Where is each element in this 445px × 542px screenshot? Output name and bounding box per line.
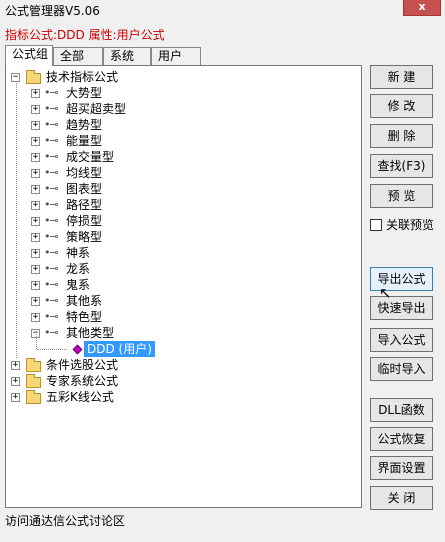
expand-icon[interactable]: + xyxy=(31,201,40,210)
formula-icon xyxy=(72,344,83,355)
tree-node-category[interactable]: 趋势型 xyxy=(66,117,102,133)
close-window-button[interactable]: x xyxy=(403,0,441,16)
tree-node-category[interactable]: 成交量型 xyxy=(66,149,114,165)
expand-icon[interactable]: + xyxy=(31,297,40,306)
tree-leaf-ddd[interactable]: DDD (用户) xyxy=(84,341,155,357)
key-icon: •⊸ xyxy=(44,134,59,147)
new-button[interactable]: 新 建 xyxy=(370,65,433,89)
tree-node-category[interactable]: 路径型 xyxy=(66,197,102,213)
tree-node-colorful-kline[interactable]: 五彩K线公式 xyxy=(46,389,114,405)
expand-icon[interactable]: + xyxy=(31,281,40,290)
expand-icon[interactable]: + xyxy=(31,89,40,98)
checkbox-box[interactable] xyxy=(370,219,382,231)
key-icon: •⊸ xyxy=(44,294,59,307)
key-icon: •⊸ xyxy=(44,230,59,243)
collapse-icon[interactable]: − xyxy=(11,73,20,82)
key-icon: •⊸ xyxy=(44,246,59,259)
tree-node-category[interactable]: 停损型 xyxy=(66,213,102,229)
delete-button[interactable]: 删 除 xyxy=(370,124,433,148)
expand-icon[interactable]: + xyxy=(31,105,40,114)
tree-node-category[interactable]: 神系 xyxy=(66,245,90,261)
expand-icon[interactable]: + xyxy=(31,153,40,162)
expand-icon[interactable]: + xyxy=(31,137,40,146)
tree-node-category[interactable]: 其他类型 xyxy=(66,325,114,341)
tree-node-category[interactable]: 大势型 xyxy=(66,85,102,101)
tree-node-stock-selection[interactable]: 条件选股公式 xyxy=(46,357,118,373)
tree-node-category[interactable]: 策略型 xyxy=(66,229,102,245)
dll-function-button[interactable]: DLL函数 xyxy=(370,398,433,422)
key-icon: •⊸ xyxy=(44,166,59,179)
expand-icon[interactable]: + xyxy=(31,233,40,242)
close-button[interactable]: 关 闭 xyxy=(370,486,433,510)
tree-node-category[interactable]: 超买超卖型 xyxy=(66,101,126,117)
key-icon: •⊸ xyxy=(44,150,59,163)
folder-icon xyxy=(26,374,41,388)
find-button[interactable]: 查找(F3) xyxy=(370,154,433,178)
tree-node-category[interactable]: 能量型 xyxy=(66,133,102,149)
expand-icon[interactable]: + xyxy=(11,377,20,386)
tree-node-category[interactable]: 鬼系 xyxy=(66,277,90,293)
key-icon: •⊸ xyxy=(44,102,59,115)
tree-node-category[interactable]: 均线型 xyxy=(66,165,102,181)
expand-icon[interactable]: + xyxy=(31,217,40,226)
expand-icon[interactable]: + xyxy=(31,313,40,322)
tab-formula-group[interactable]: 公式组 xyxy=(5,45,53,66)
preview-button[interactable]: 预 览 xyxy=(370,184,433,208)
ui-settings-button[interactable]: 界面设置 xyxy=(370,456,433,480)
title-bar: 公式管理器V5.06 x xyxy=(0,0,445,20)
linked-preview-checkbox[interactable]: 关联预览 xyxy=(370,216,434,233)
key-icon: •⊸ xyxy=(44,86,59,99)
expand-icon[interactable]: + xyxy=(11,393,20,402)
window-title: 公式管理器V5.06 xyxy=(5,4,100,18)
key-icon: •⊸ xyxy=(44,182,59,195)
expand-icon[interactable]: + xyxy=(31,169,40,178)
folder-icon xyxy=(26,70,41,84)
key-icon: •⊸ xyxy=(44,326,59,339)
tree-node-category[interactable]: 图表型 xyxy=(66,181,102,197)
expand-icon[interactable]: + xyxy=(11,361,20,370)
mouse-cursor-icon: ↖ xyxy=(379,284,392,302)
tab-user[interactable]: 用户 xyxy=(151,47,201,66)
formula-info: 指标公式:DDD 属性:用户公式 xyxy=(5,28,165,42)
tree-node-category[interactable]: 特色型 xyxy=(66,309,102,325)
key-icon: •⊸ xyxy=(44,118,59,131)
edit-button[interactable]: 修 改 xyxy=(370,94,433,118)
tree-node-category[interactable]: 其他系 xyxy=(66,293,102,309)
tree-node-tech-indicators[interactable]: 技术指标公式 xyxy=(46,69,118,85)
key-icon: •⊸ xyxy=(44,198,59,211)
import-formula-button[interactable]: 导入公式 xyxy=(370,328,433,352)
formula-tree[interactable]: − 技术指标公式 + •⊸ 大势型 + •⊸ 超买超卖型 + •⊸ 趋势型 + •⊸ 能量型 + •⊸ 成交… xyxy=(5,65,362,508)
tab-all[interactable]: 全部 xyxy=(53,47,103,66)
expand-icon[interactable]: + xyxy=(31,185,40,194)
tree-node-category[interactable]: 龙系 xyxy=(66,261,90,277)
key-icon: •⊸ xyxy=(44,214,59,227)
expand-icon[interactable]: + xyxy=(31,249,40,258)
folder-icon xyxy=(26,390,41,404)
tree-node-expert-system[interactable]: 专家系统公式 xyxy=(46,373,118,389)
key-icon: •⊸ xyxy=(44,310,59,323)
expand-icon[interactable]: + xyxy=(31,121,40,130)
status-link[interactable]: 访问通达信公式讨论区 xyxy=(5,512,125,529)
temp-import-button[interactable]: 临时导入 xyxy=(370,357,433,381)
key-icon: •⊸ xyxy=(44,262,59,275)
tab-system[interactable]: 系统 xyxy=(103,47,151,66)
expand-icon[interactable]: + xyxy=(31,265,40,274)
folder-icon xyxy=(26,358,41,372)
key-icon: •⊸ xyxy=(44,278,59,291)
restore-formula-button[interactable]: 公式恢复 xyxy=(370,427,433,451)
tab-bar: 公式组 全部 系统 用户 xyxy=(5,45,360,66)
